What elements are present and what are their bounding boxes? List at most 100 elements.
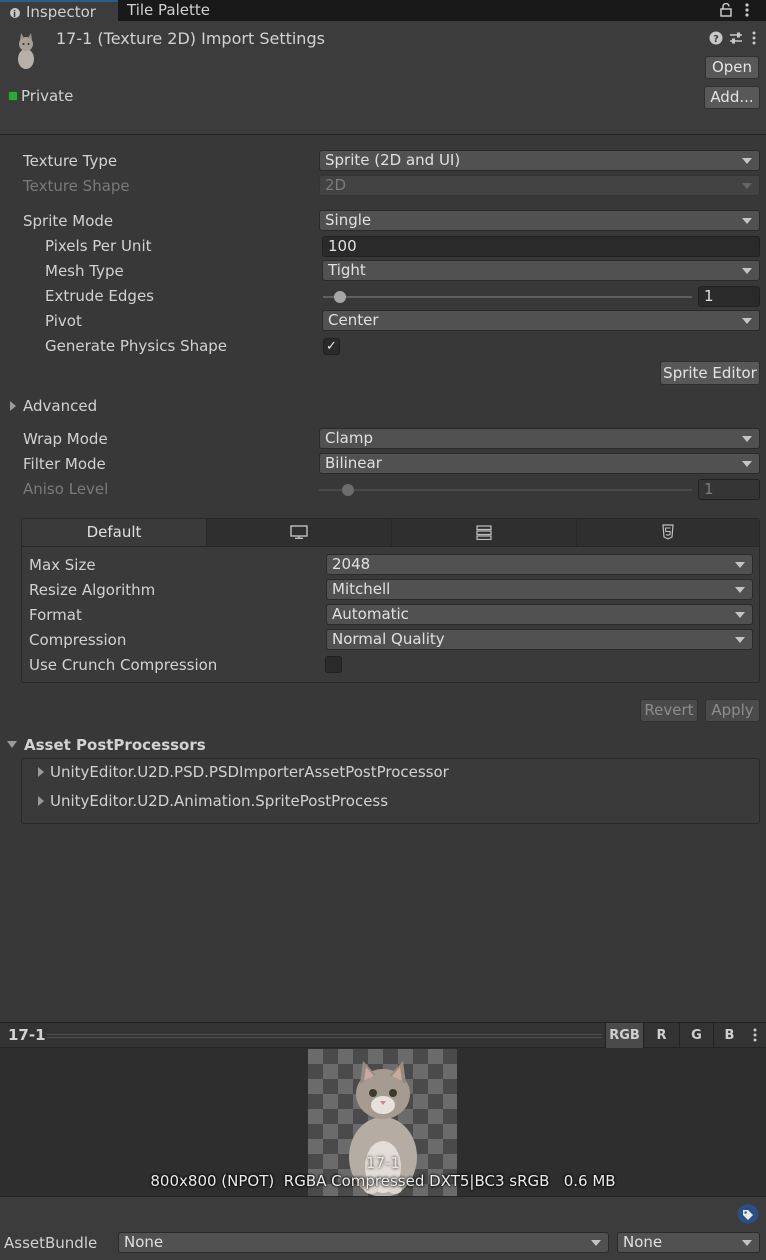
- wrap-mode-dropdown[interactable]: Clamp: [319, 428, 760, 449]
- chevron-down-icon: [742, 436, 752, 442]
- chevron-down-icon: [742, 318, 752, 324]
- sprite-editor-button[interactable]: Sprite Editor: [660, 361, 760, 385]
- chevron-down-icon: [735, 612, 745, 618]
- compression-dropdown[interactable]: Normal Quality: [326, 629, 753, 650]
- texture-shape-dropdown: 2D: [319, 175, 760, 196]
- max-size-value: 2048: [332, 555, 371, 573]
- format-value: Automatic: [332, 605, 409, 623]
- preview-menu-icon[interactable]: [752, 1028, 758, 1043]
- channel-b-button[interactable]: B: [713, 1023, 745, 1048]
- aniso-level-label: Aniso Level: [23, 480, 109, 498]
- tab-inspector-label: Inspector: [26, 3, 96, 21]
- private-checkbox[interactable]: [8, 91, 18, 101]
- pivot-value: Center: [328, 311, 379, 329]
- pixels-per-unit-field[interactable]: 100: [322, 236, 760, 257]
- open-button[interactable]: Open: [705, 56, 759, 79]
- format-dropdown[interactable]: Automatic: [326, 604, 753, 625]
- resize-algorithm-value: Mitchell: [332, 580, 391, 598]
- mesh-type-dropdown[interactable]: Tight: [322, 260, 760, 281]
- texture-shape-label: Texture Shape: [23, 177, 130, 195]
- presets-icon[interactable]: [729, 31, 743, 45]
- texture-type-dropdown[interactable]: Sprite (2D and UI): [319, 150, 760, 171]
- asset-bundle-name-value: None: [124, 1233, 164, 1251]
- tab-inspector[interactable]: Inspector: [0, 0, 118, 26]
- crunch-compression-checkbox[interactable]: [325, 656, 342, 673]
- tab-server-platform[interactable]: [392, 519, 577, 546]
- filter-mode-dropdown[interactable]: Bilinear: [319, 453, 760, 474]
- help-icon[interactable]: ?: [709, 31, 723, 45]
- extrude-edges-slider-track[interactable]: [323, 296, 692, 298]
- compression-label: Compression: [29, 631, 127, 649]
- tab-standalone-platform[interactable]: [207, 519, 392, 546]
- channel-rgb-button[interactable]: RGB: [605, 1023, 643, 1048]
- chevron-down-icon: [735, 587, 745, 593]
- revert-button[interactable]: Revert: [640, 699, 698, 722]
- chevron-down-icon: [591, 1240, 601, 1246]
- texture-type-label: Texture Type: [23, 152, 118, 170]
- chevron-down-icon: [742, 183, 752, 189]
- tab-webgl-platform[interactable]: [577, 519, 759, 546]
- preview-drag-line-top: [47, 1034, 602, 1035]
- pivot-dropdown[interactable]: Center: [322, 310, 760, 331]
- channel-g-button[interactable]: G: [679, 1023, 713, 1048]
- postprocessor-item[interactable]: UnityEditor.U2D.Animation.SpritePostProc…: [50, 791, 388, 811]
- advanced-foldout-icon[interactable]: [10, 401, 16, 411]
- platform-tab-divider: [22, 546, 759, 547]
- extrude-edges-field[interactable]: 1: [698, 286, 760, 307]
- format-label: Format: [29, 606, 82, 624]
- lock-icon[interactable]: [720, 3, 732, 17]
- aniso-level-slider-track: [319, 489, 692, 491]
- texture-preview-area: 17-1 800x800 (NPOT) RGBA Compressed DXT5…: [0, 1048, 766, 1196]
- texture-type-value: Sprite (2D and UI): [325, 151, 461, 169]
- header-menu-icon[interactable]: [751, 31, 757, 46]
- advanced-foldout-label[interactable]: Advanced: [23, 396, 97, 416]
- svg-text:?: ?: [713, 34, 719, 45]
- postprocessors-foldout-icon[interactable]: [7, 741, 17, 748]
- texture-thumbnail: [18, 33, 34, 69]
- asset-bundle-name-dropdown[interactable]: None: [118, 1232, 609, 1253]
- server-icon: [476, 525, 492, 541]
- add-button[interactable]: Add...: [704, 86, 760, 109]
- postprocessor-item[interactable]: UnityEditor.U2D.PSD.PSDImporterAssetPost…: [50, 762, 449, 782]
- asset-bundle-variant-value: None: [623, 1233, 663, 1251]
- inspector-header: 17-1 (Texture 2D) Import Settings ? Open…: [0, 21, 766, 135]
- max-size-label: Max Size: [29, 556, 96, 574]
- window-tab-bar: Inspector Tile Palette: [0, 0, 766, 26]
- sprite-mode-dropdown[interactable]: Single: [319, 210, 760, 231]
- asset-bundle-label: AssetBundle: [4, 1234, 98, 1252]
- apply-button[interactable]: Apply: [705, 699, 760, 722]
- tab-tile-palette[interactable]: Tile Palette: [127, 0, 210, 21]
- preview-toolbar[interactable]: 17-1 RGB R G B: [0, 1022, 766, 1048]
- compression-value: Normal Quality: [332, 630, 445, 648]
- generate-physics-shape-checkbox[interactable]: ✓: [323, 338, 340, 355]
- mesh-type-value: Tight: [328, 261, 366, 279]
- extrude-edges-slider-thumb[interactable]: [334, 291, 346, 303]
- more-menu-icon[interactable]: [744, 2, 750, 18]
- resize-algorithm-dropdown[interactable]: Mitchell: [326, 579, 753, 600]
- filter-mode-label: Filter Mode: [23, 455, 106, 473]
- chevron-down-icon: [742, 158, 752, 164]
- tab-default-platform[interactable]: Default: [22, 519, 207, 546]
- wrap-mode-label: Wrap Mode: [23, 430, 108, 448]
- asset-bundle-variant-dropdown[interactable]: None: [617, 1232, 760, 1253]
- pixels-per-unit-label: Pixels Per Unit: [45, 237, 152, 255]
- label-tag-icon[interactable]: [737, 1204, 759, 1224]
- chevron-down-icon: [742, 268, 752, 274]
- monitor-icon: [290, 525, 308, 540]
- aniso-level-slider-thumb: [342, 484, 354, 496]
- postprocessor-foldout-icon[interactable]: [38, 767, 44, 777]
- max-size-dropdown[interactable]: 2048: [326, 554, 753, 575]
- html5-icon: [662, 524, 674, 540]
- info-icon: [10, 5, 20, 26]
- postprocessors-title[interactable]: Asset PostProcessors: [24, 735, 206, 755]
- preview-overlay-label: 17-1: [365, 1154, 401, 1172]
- postprocessor-foldout-icon[interactable]: [38, 796, 44, 806]
- asset-bundle-footer: AssetBundle None None: [0, 1196, 766, 1260]
- wrap-mode-value: Clamp: [325, 429, 373, 447]
- crunch-compression-label: Use Crunch Compression: [29, 656, 218, 674]
- chevron-down-icon: [735, 562, 745, 568]
- preview-info-text: 800x800 (NPOT) RGBA Compressed DXT5|BC3 …: [150, 1172, 616, 1190]
- aniso-level-field: 1: [698, 479, 760, 500]
- sprite-mode-label: Sprite Mode: [23, 212, 114, 230]
- channel-r-button[interactable]: R: [643, 1023, 679, 1048]
